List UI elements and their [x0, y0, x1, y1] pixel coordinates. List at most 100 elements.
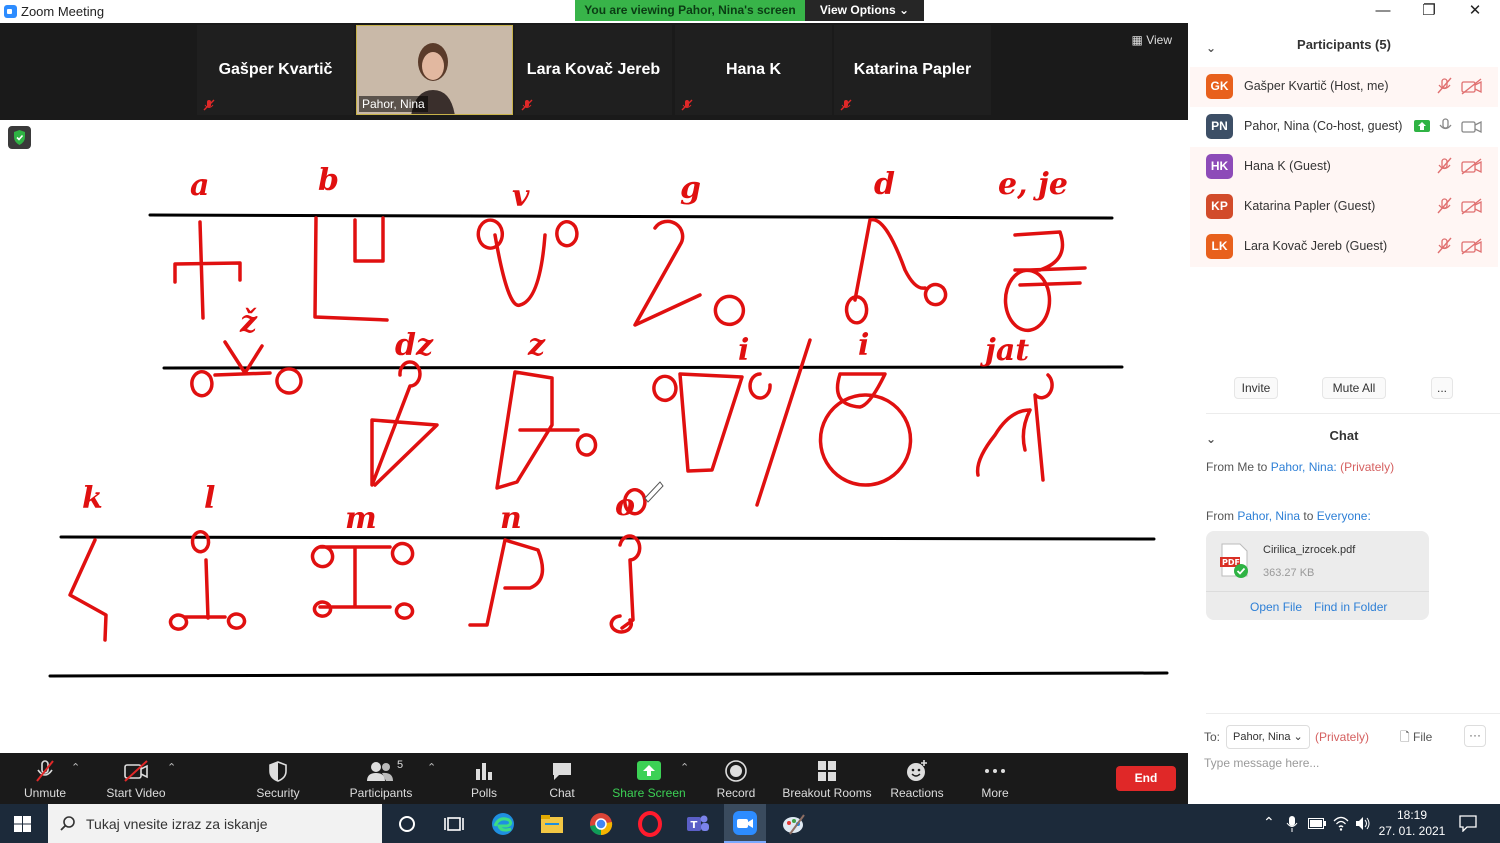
teams-icon[interactable]: T [683, 810, 711, 838]
participant-name: Gašper Kvartič [218, 61, 333, 78]
file-attachment-card: PDF Cirilica_izrocek.pdf 363.27 KB Open … [1206, 531, 1429, 620]
participant-name: Hana K (Guest) [1244, 159, 1331, 173]
unmute-button[interactable]: Unmute [15, 753, 75, 804]
participant-name: Pahor, Nina (Co-host, guest) [1244, 119, 1403, 133]
video-options-caret[interactable]: ⌃ [167, 761, 176, 774]
taskbar-search-box[interactable]: Tukaj vnesite izraz za iskanje [48, 804, 382, 843]
chat-message-header: From Me to Pahor, Nina: (Privately) [1206, 460, 1394, 474]
status-icons [1436, 157, 1486, 180]
viewing-screen-banner: You are viewing Pahor, Nina's screen [575, 0, 805, 21]
collapse-chevron-icon[interactable]: ⌄ [1206, 432, 1216, 446]
mic-muted-icon [1437, 157, 1452, 174]
end-button[interactable]: End [1116, 766, 1176, 791]
participants-options-caret[interactable]: ⌃ [427, 761, 436, 774]
participants-button[interactable]: 5 Participants [345, 753, 417, 804]
taskbar-clock[interactable]: 18:19 27. 01. 2021 [1378, 807, 1446, 839]
participants-count: 5 [397, 759, 404, 771]
mic-muted-icon [521, 99, 533, 111]
share-screen-label: Share Screen [612, 786, 686, 800]
collapse-chevron-icon[interactable]: ⌄ [1206, 41, 1216, 55]
chat-button[interactable]: Chat [540, 753, 584, 804]
open-file-link[interactable]: Open File [1250, 600, 1302, 614]
windows-taskbar: Tukaj vnesite izraz za iskanje T ⌃ 18:19… [0, 804, 1500, 843]
pencil-cursor-icon [644, 481, 664, 503]
to-label: To: [1204, 730, 1221, 744]
mic-muted-icon [203, 99, 215, 111]
reactions-button[interactable]: Reactions [888, 753, 946, 804]
participant-name: Gašper Kvartič (Host, me) [1244, 79, 1389, 93]
find-in-folder-link[interactable]: Find in Folder [1314, 600, 1387, 614]
polls-button[interactable]: Polls [462, 753, 506, 804]
video-off-icon [124, 760, 148, 782]
latin-label: a [190, 168, 209, 203]
invite-button[interactable]: Invite [1234, 377, 1278, 399]
participants-label: Participants [349, 786, 413, 800]
unmute-label: Unmute [23, 786, 67, 800]
wifi-icon[interactable] [1333, 816, 1349, 831]
record-button[interactable]: Record [712, 753, 760, 804]
zoom-window: Zoom Meeting You are viewing Pahor, Nina… [0, 0, 1500, 843]
breakout-rooms-label: Breakout Rooms [782, 786, 872, 800]
battery-icon[interactable] [1308, 818, 1326, 829]
people-icon [367, 762, 393, 781]
video-off-icon [1461, 78, 1482, 95]
participant-row[interactable]: LK Lara Kovač Jereb (Guest) [1190, 227, 1498, 267]
chat-sender-link[interactable]: Pahor, Nina [1237, 509, 1300, 523]
participant-row[interactable]: HK Hana K (Guest) [1190, 147, 1498, 187]
share-options-caret[interactable]: ⌃ [680, 761, 689, 774]
more-button[interactable]: More [972, 753, 1018, 804]
video-icon [1461, 120, 1482, 134]
minimize-icon[interactable]: — [1360, 0, 1406, 23]
chrome-icon[interactable] [587, 810, 615, 838]
share-screen-button[interactable]: Share Screen [612, 753, 686, 804]
video-tile[interactable]: Hana K [675, 25, 832, 115]
status-icons [1436, 197, 1486, 220]
unmute-options-caret[interactable]: ⌃ [71, 761, 80, 774]
breakout-rooms-button[interactable]: Breakout Rooms [780, 753, 874, 804]
opera-icon[interactable] [636, 810, 664, 838]
start-video-button[interactable]: Start Video [100, 753, 172, 804]
zoom-taskbar-active[interactable] [724, 804, 766, 843]
video-tile[interactable]: Gašper Kvartič [197, 25, 354, 115]
close-icon[interactable]: ✕ [1452, 0, 1498, 23]
file-share-button[interactable]: 🗋 File [1400, 728, 1432, 749]
file-explorer-icon[interactable] [538, 810, 566, 838]
restore-icon[interactable]: ❐ [1406, 0, 1452, 23]
video-strip: Gašper Kvartič Pahor, Nina Lara Kovač Je… [0, 23, 1188, 120]
chat-recipient-link[interactable]: Everyone: [1317, 509, 1371, 523]
notification-center-icon[interactable] [1459, 815, 1477, 832]
participants-more-button[interactable]: ... [1431, 377, 1453, 399]
shared-screen[interactable]: a b v g d e, je ž dz z i i jat k l m n o [0, 120, 1188, 753]
participant-row[interactable]: PN Pahor, Nina (Co-host, guest) [1190, 107, 1498, 147]
chat-message-input[interactable]: Type message here... [1204, 756, 1319, 770]
participant-name: Lara Kovač Jereb [526, 61, 661, 78]
security-button[interactable]: Security [250, 753, 306, 804]
chat-recipient-link[interactable]: Pahor, Nina: [1271, 460, 1337, 474]
edge-browser-icon[interactable] [489, 810, 517, 838]
tray-mic-icon[interactable] [1286, 815, 1298, 833]
grid-icon: ▦ [1131, 33, 1143, 47]
windows-start-icon[interactable] [14, 816, 31, 832]
chat-private-tag: (Privately) [1340, 460, 1395, 474]
participant-row[interactable]: KP Katarina Papler (Guest) [1190, 187, 1498, 227]
latin-label: i [858, 328, 869, 363]
speaker-icon[interactable] [1355, 816, 1371, 831]
record-icon [725, 760, 747, 782]
chat-more-button[interactable]: ··· [1464, 725, 1486, 747]
view-button[interactable]: ▦ View [1132, 33, 1172, 47]
video-tile-active[interactable]: Pahor, Nina [356, 25, 513, 115]
paint-icon[interactable] [780, 810, 808, 838]
tray-chevron-up-icon[interactable]: ⌃ [1263, 814, 1275, 831]
mute-all-button[interactable]: Mute All [1322, 377, 1386, 399]
view-options-button[interactable]: View Options ⌄ [805, 0, 924, 21]
chat-recipient-row: To: Pahor, Nina ⌄ (Privately) 🗋 File ··· [1204, 724, 1494, 750]
video-tile[interactable]: Lara Kovač Jereb [515, 25, 672, 115]
video-tile[interactable]: Katarina Papler [834, 25, 991, 115]
latin-label: n [500, 501, 522, 536]
participant-row[interactable]: GK Gašper Kvartič (Host, me) [1190, 67, 1498, 107]
video-off-icon [1461, 238, 1482, 255]
recipient-select[interactable]: Pahor, Nina ⌄ [1226, 725, 1310, 749]
chevron-down-icon: ⌄ [899, 3, 910, 17]
task-switcher-icon[interactable] [440, 810, 468, 838]
task-view-icon[interactable] [393, 810, 421, 838]
